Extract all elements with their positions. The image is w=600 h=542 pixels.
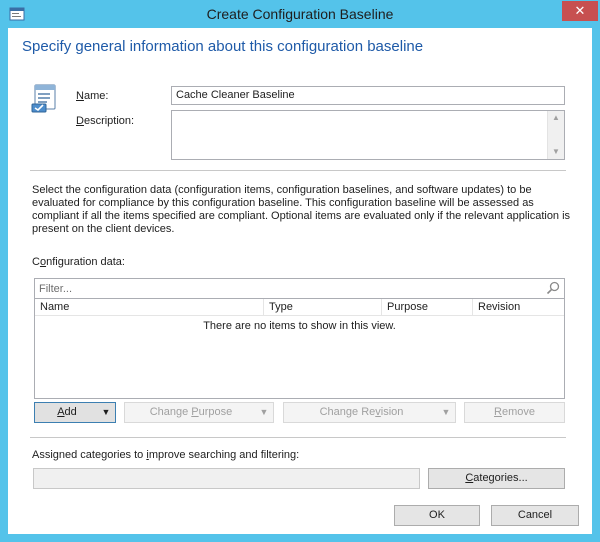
filter-placeholder: Filter... — [39, 283, 73, 295]
change-revision-button[interactable]: Change Revision ▼ — [283, 402, 456, 423]
info-text: Select the configuration data (configura… — [32, 184, 571, 235]
scroll-up-icon[interactable]: ▲ — [551, 113, 561, 123]
add-dropdown-icon[interactable]: ▼ — [97, 403, 115, 422]
column-header-type[interactable]: Type — [264, 299, 382, 316]
dialog-body: Specify general information about this c… — [8, 28, 592, 534]
remove-button-label: Remove — [494, 406, 535, 418]
cancel-button[interactable]: Cancel — [491, 505, 579, 526]
change-purpose-label: Change Purpose — [149, 406, 233, 418]
configuration-baseline-icon — [31, 84, 56, 113]
categories-label: Assigned categories to improve searching… — [32, 449, 300, 461]
list-header: Name Type Purpose Revision — [35, 299, 564, 316]
change-revision-dropdown-icon[interactable]: ▼ — [437, 403, 455, 422]
change-revision-label: Change Revision — [319, 406, 404, 418]
divider-top — [30, 170, 566, 171]
description-scrollbar[interactable]: ▲ ▼ — [547, 111, 564, 159]
categories-button-label: Categories... — [465, 472, 528, 484]
ok-button[interactable]: OK — [394, 505, 480, 526]
add-button[interactable]: Add ▼ — [34, 402, 116, 423]
close-icon: ✕ — [574, 3, 586, 18]
window-title: Create Configuration Baseline — [206, 6, 394, 22]
search-icon[interactable] — [546, 281, 560, 295]
add-button-label: Add — [57, 406, 77, 418]
change-purpose-dropdown-icon[interactable]: ▼ — [255, 403, 273, 422]
categories-button[interactable]: Categories... — [428, 468, 565, 489]
configuration-data-list[interactable]: Name Type Purpose Revision There are no … — [34, 299, 565, 399]
filter-input[interactable]: Filter... — [34, 278, 565, 299]
page-heading: Specify general information about this c… — [22, 38, 424, 55]
divider-bottom — [30, 437, 566, 438]
description-input[interactable]: ▲ ▼ — [171, 110, 565, 160]
name-input[interactable]: Cache Cleaner Baseline — [171, 86, 565, 105]
column-header-purpose[interactable]: Purpose — [382, 299, 473, 316]
column-header-name[interactable]: Name — [35, 299, 264, 316]
scroll-down-icon[interactable]: ▼ — [551, 147, 561, 157]
change-purpose-button[interactable]: Change Purpose ▼ — [124, 402, 274, 423]
window-frame: Create Configuration Baseline ✕ Specify … — [0, 0, 600, 542]
configuration-data-label: Configuration data: — [32, 256, 125, 268]
assigned-categories-field — [33, 468, 420, 489]
description-label: Description: — [76, 115, 135, 127]
column-header-revision[interactable]: Revision — [473, 299, 564, 316]
name-label: Name: — [76, 90, 109, 102]
remove-button[interactable]: Remove — [464, 402, 565, 423]
title-bar[interactable]: Create Configuration Baseline ✕ — [0, 0, 600, 28]
close-button[interactable]: ✕ — [562, 1, 598, 21]
empty-list-message: There are no items to show in this view. — [203, 320, 396, 332]
